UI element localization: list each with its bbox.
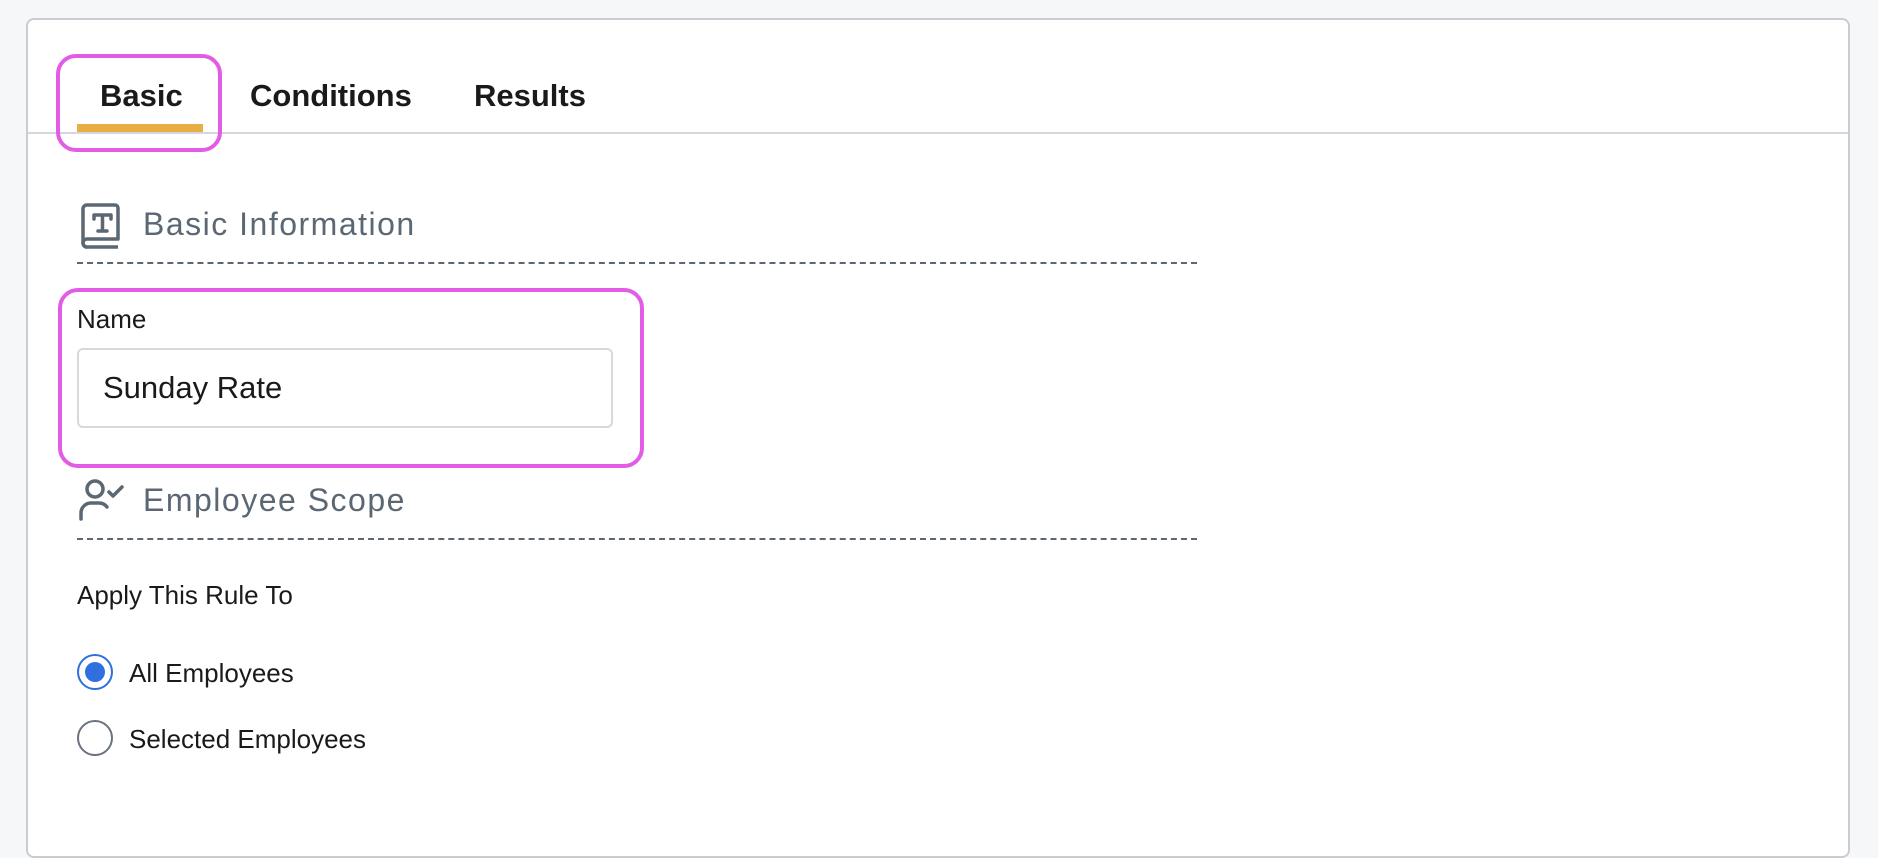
- user-check-icon: [79, 479, 124, 521]
- tab-results[interactable]: Results: [474, 78, 586, 114]
- radio-button[interactable]: [77, 654, 113, 690]
- basic-information-header: Basic Information: [77, 200, 1197, 264]
- active-tab-indicator: [77, 124, 203, 132]
- text-document-icon: [81, 203, 120, 249]
- radio-label: All Employees: [129, 658, 294, 688]
- radio-button[interactable]: [77, 720, 113, 756]
- rule-editor-card: Basic Conditions Results Basic Informati…: [26, 18, 1850, 858]
- tab-bar: Basic Conditions Results: [28, 20, 1848, 134]
- section-title: Basic Information: [143, 206, 416, 242]
- section-title: Employee Scope: [143, 482, 406, 518]
- name-input[interactable]: [77, 348, 613, 428]
- tab-conditions[interactable]: Conditions: [250, 78, 412, 114]
- employee-scope-header: Employee Scope: [77, 476, 1197, 540]
- tab-basic[interactable]: Basic: [100, 78, 183, 114]
- radio-label: Selected Employees: [129, 724, 367, 754]
- apply-rule-label: Apply This Rule To: [77, 580, 293, 610]
- name-label: Name: [77, 304, 147, 334]
